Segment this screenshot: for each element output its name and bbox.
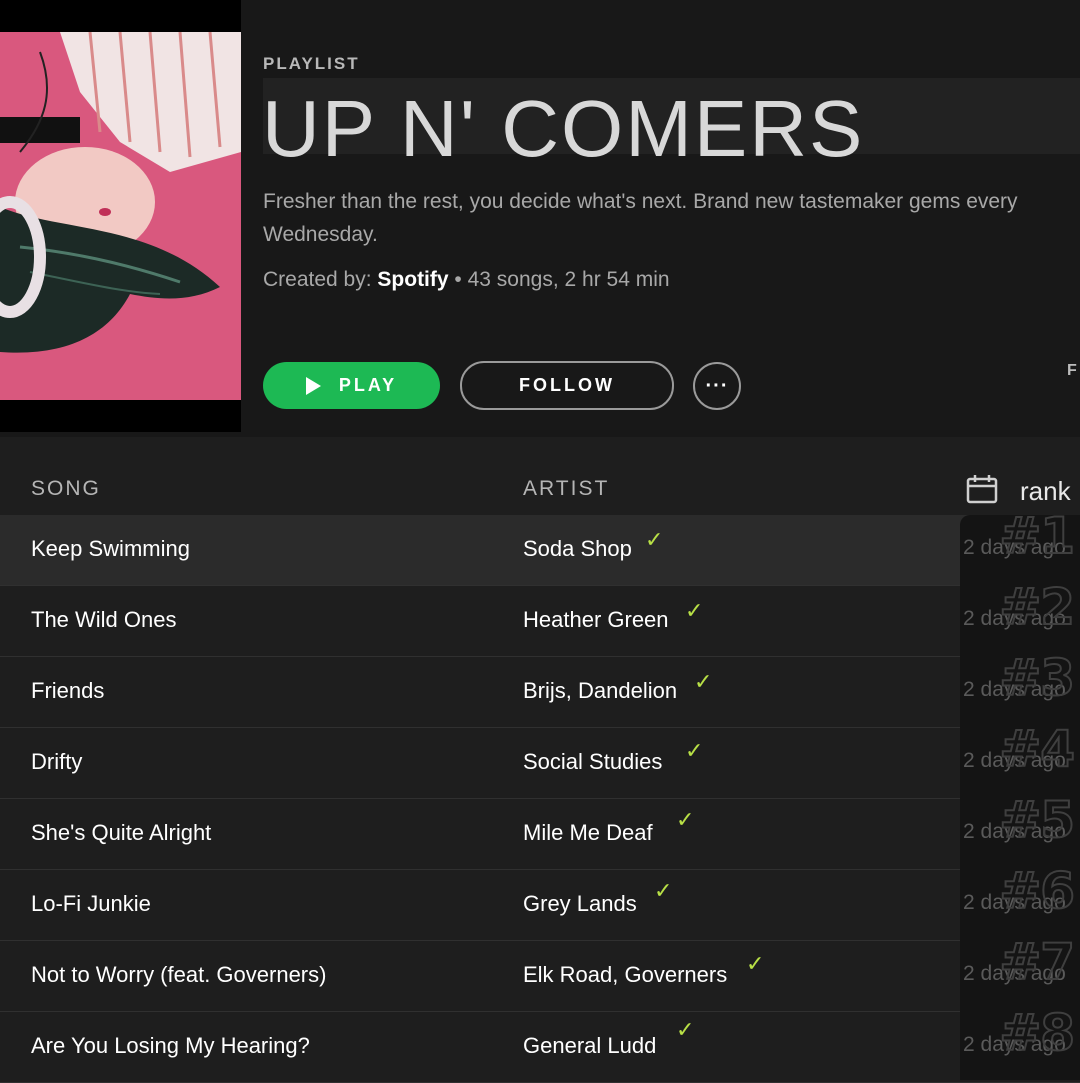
song-title[interactable]: She's Quite Alright [31,820,211,846]
check-icon: ✓ [676,807,695,832]
check-icon: ✓ [746,951,765,976]
artist-name[interactable]: Brijs, Dandelion [523,678,677,704]
calendar-icon[interactable] [966,474,998,504]
table-row[interactable]: Are You Losing My Hearing? General Ludd … [0,1012,1080,1083]
playlist-header: PLAYLIST UP N' COMERS Fresher than the r… [0,0,1080,437]
rank-number: #8 [998,1003,1076,1063]
check-icon: ✓ [685,598,704,623]
check-icon: ✓ [694,669,713,694]
rank-column-header[interactable]: rank [1020,476,1071,507]
playlist-title: UP N' COMERS [262,84,865,173]
artist-name[interactable]: Heather Green [523,607,669,633]
cover-art-illustration [0,32,241,400]
song-title[interactable]: Drifty [31,749,82,775]
table-row[interactable]: Not to Worry (feat. Governers) Elk Road,… [0,941,1080,1012]
rank-number: #3 [998,648,1076,708]
playlist-description: Fresher than the rest, you decide what's… [263,190,1018,246]
check-icon: ✓ [676,1017,695,1042]
artist-name[interactable]: Mile Me Deaf [523,820,653,846]
song-title[interactable]: Friends [31,678,104,704]
song-title[interactable]: The Wild Ones [31,607,177,633]
song-title[interactable]: Keep Swimming [31,536,190,562]
table-row[interactable]: Drifty Social Studies ✓ [0,728,1080,799]
play-icon [305,376,321,395]
playlist-meta: Created by: Spotify • 43 songs, 2 hr 54 … [263,268,670,292]
cover-art-image [0,32,241,400]
track-list: Keep Swimming Soda Shop ✓ The Wild Ones … [0,515,1080,1083]
table-row[interactable]: Friends Brijs, Dandelion ✓ [0,657,1080,728]
rank-number: #4 [998,719,1076,779]
check-icon: ✓ [654,878,673,903]
playlist-type-label: PLAYLIST [263,54,360,73]
song-column-header[interactable]: SONG [31,477,101,501]
check-icon: ✓ [645,527,664,552]
table-row[interactable]: Lo-Fi Junkie Grey Lands ✓ [0,870,1080,941]
table-row[interactable]: She's Quite Alright Mile Me Deaf ✓ [0,799,1080,870]
more-options-button[interactable]: ··· [693,362,741,410]
rank-number: #5 [998,790,1076,850]
check-icon: ✓ [685,738,704,763]
filter-edge-text: F [1067,362,1077,379]
playlist-cover[interactable] [0,0,241,432]
song-title[interactable]: Are You Losing My Hearing? [31,1033,310,1059]
rank-number: #7 [998,932,1076,992]
artist-name[interactable]: Elk Road, Governers [523,962,727,988]
play-button[interactable]: PLAY [263,362,440,409]
rank-number: #1 [998,506,1076,566]
artist-name[interactable]: Grey Lands [523,891,637,917]
creator-link[interactable]: Spotify [377,268,448,291]
play-label: PLAY [338,375,398,395]
artist-name[interactable]: Social Studies [523,749,662,775]
created-by-label: Created by: [263,268,372,291]
more-icon: ··· [705,375,729,397]
song-title[interactable]: Lo-Fi Junkie [31,891,151,917]
table-row[interactable]: Keep Swimming Soda Shop ✓ [0,515,1080,586]
playlist-stats: • 43 songs, 2 hr 54 min [454,268,670,291]
rank-number: #6 [998,861,1076,921]
artist-name[interactable]: Soda Shop [523,536,632,562]
song-title[interactable]: Not to Worry (feat. Governers) [31,962,326,988]
table-row[interactable]: The Wild Ones Heather Green ✓ [0,586,1080,657]
artist-name[interactable]: General Ludd [523,1033,656,1059]
artist-column-header[interactable]: ARTIST [523,477,609,501]
follow-button[interactable]: FOLLOW [460,361,674,410]
rank-number: #2 [998,577,1076,637]
